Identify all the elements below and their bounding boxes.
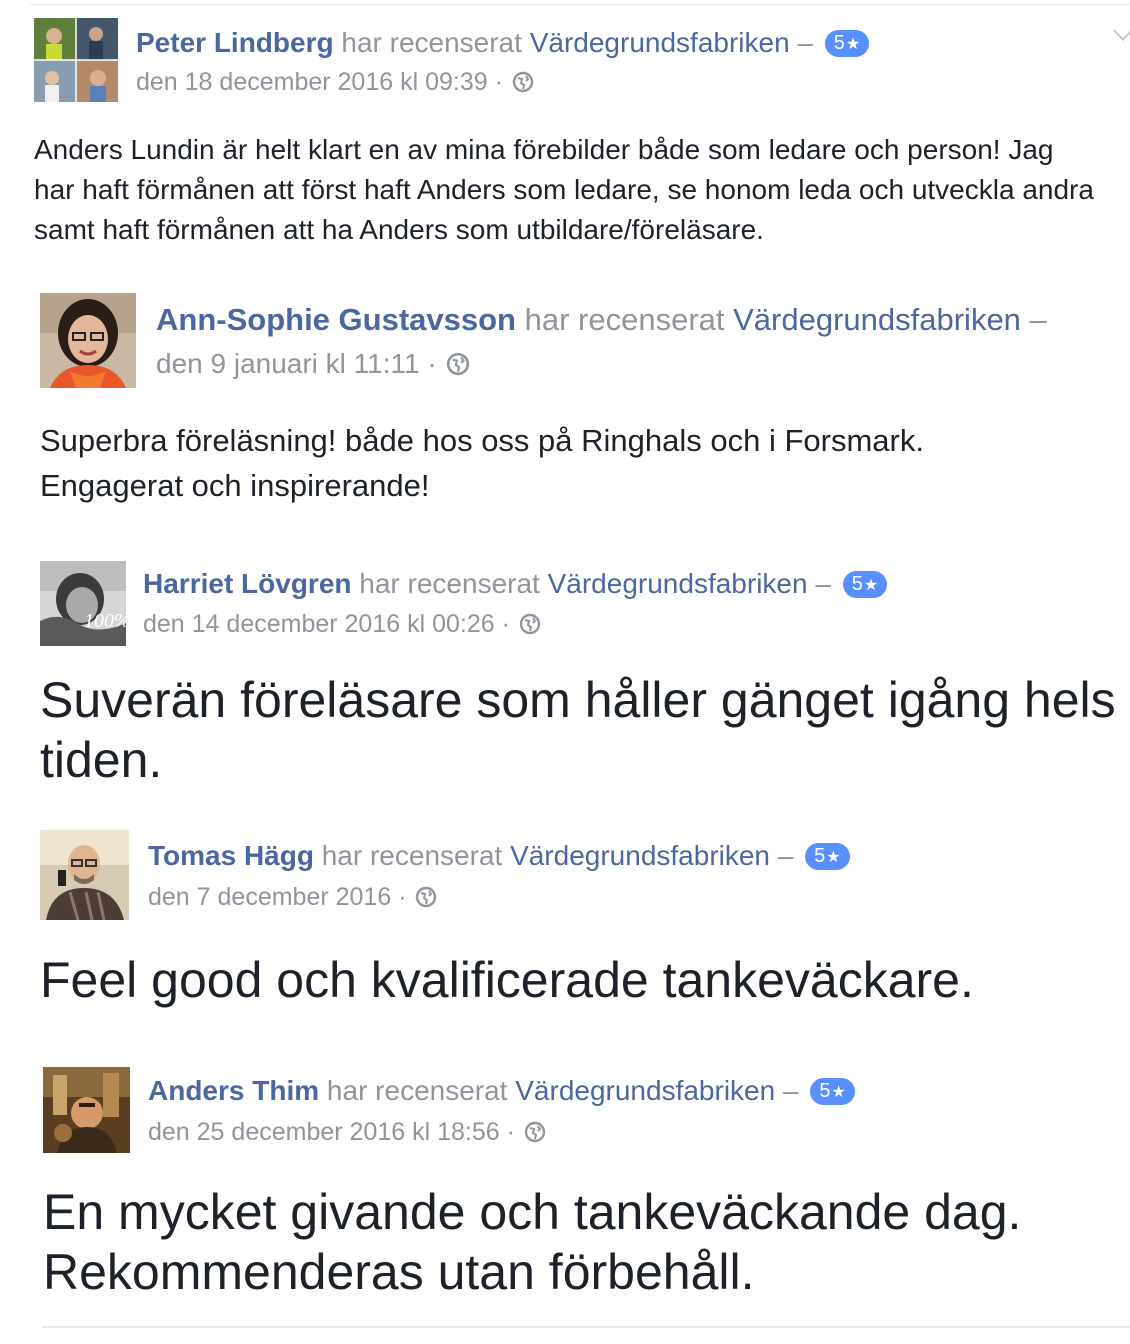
globe-icon[interactable]	[415, 884, 437, 916]
meta-separator: ·	[494, 68, 503, 96]
rating-value: 5	[814, 845, 826, 867]
rating-value: 5	[851, 573, 863, 595]
rating-value: 5	[819, 1080, 831, 1102]
globe-icon[interactable]	[512, 69, 534, 101]
rating-badge: 5★	[805, 843, 850, 870]
review-text: En mycket givande och tankeväckande dag.…	[43, 1184, 1022, 1300]
review-header: Tomas Hägg har recenserat Värdegrundsfab…	[148, 839, 850, 873]
avatar[interactable]	[43, 1067, 130, 1153]
review-header: Harriet Lövgren har recenserat Värdegrun…	[143, 567, 888, 601]
review-meta: den 9 januari kl 11:11 ·	[156, 346, 470, 385]
rating-value: 5	[833, 32, 845, 54]
review-text: Superbra föreläsning! både hos oss på Ri…	[40, 423, 924, 503]
review-meta: den 7 december 2016 ·	[148, 881, 437, 916]
dash-separator: –	[815, 568, 831, 599]
dash-separator: –	[797, 27, 814, 58]
star-icon: ★	[863, 577, 879, 594]
rating-badge: 5★	[810, 1078, 855, 1105]
review-date[interactable]: den 25 december 2016 kl 18:56	[148, 1118, 500, 1146]
author-link[interactable]: Harriet Lövgren	[143, 568, 352, 599]
avatar[interactable]	[34, 18, 118, 102]
review-date[interactable]: den 7 december 2016	[148, 883, 391, 911]
review-header: Anders Thim har recenserat Värdegrundsfa…	[148, 1074, 855, 1108]
star-icon: ★	[826, 849, 841, 866]
meta-separator: ·	[506, 1118, 515, 1146]
review-verb: har recenserat	[341, 27, 522, 58]
meta-separator: ·	[427, 348, 437, 379]
review-verb: har recenserat	[359, 568, 540, 599]
svg-text:100%: 100%	[84, 610, 126, 632]
author-link[interactable]: Anders Thim	[148, 1075, 319, 1106]
page-link[interactable]: Värdegrundsfabriken	[510, 840, 770, 871]
star-icon: ★	[831, 1084, 846, 1101]
globe-icon[interactable]	[446, 349, 470, 385]
review-date[interactable]: den 9 januari kl 11:11	[156, 348, 420, 379]
meta-separator: ·	[398, 883, 407, 911]
review-verb: har recenserat	[326, 1075, 508, 1106]
rating-badge: 5★	[842, 571, 888, 598]
review-date[interactable]: den 18 december 2016 kl 09:39	[136, 68, 488, 96]
star-icon: ★	[845, 36, 861, 53]
avatar[interactable]: 100%	[40, 561, 126, 646]
review-header: Peter Lindberg har recenserat Värdegrund…	[136, 26, 870, 60]
dash-separator: –	[782, 1075, 799, 1106]
globe-icon[interactable]	[524, 1119, 546, 1151]
review-meta: den 14 december 2016 kl 00:26 ·	[143, 608, 541, 643]
review-text: Suverän föreläsare som håller gänget igå…	[40, 672, 1116, 788]
chevron-down-icon[interactable]	[1113, 21, 1130, 41]
avatar[interactable]	[40, 830, 129, 920]
review-verb: har recenserat	[524, 302, 725, 337]
avatar[interactable]	[40, 293, 136, 388]
review-verb: har recenserat	[321, 840, 503, 871]
dash-separator: –	[777, 840, 794, 871]
review-text: Anders Lundin är helt klart en av mina f…	[34, 134, 1094, 245]
rating-badge: 5★	[824, 30, 870, 57]
dash-separator: –	[1029, 302, 1047, 337]
globe-icon[interactable]	[519, 611, 541, 643]
review-text: Feel good och kvalificerade tankeväckare…	[40, 952, 974, 1008]
review-header: Ann-Sophie Gustavsson har recenserat Vär…	[156, 301, 1047, 339]
meta-separator: ·	[501, 610, 510, 638]
review-meta: den 18 december 2016 kl 09:39 ·	[136, 66, 534, 101]
page-link[interactable]: Värdegrundsfabriken	[733, 302, 1021, 337]
author-link[interactable]: Tomas Hägg	[148, 840, 314, 871]
review-date[interactable]: den 14 december 2016 kl 00:26	[143, 610, 495, 638]
author-link[interactable]: Peter Lindberg	[136, 27, 334, 58]
page-link[interactable]: Värdegrundsfabriken	[548, 568, 808, 599]
page-link[interactable]: Värdegrundsfabriken	[515, 1075, 775, 1106]
top-divider	[30, 4, 1130, 5]
author-link[interactable]: Ann-Sophie Gustavsson	[156, 302, 516, 337]
bottom-divider	[42, 1326, 1130, 1328]
page-link[interactable]: Värdegrundsfabriken	[530, 27, 790, 58]
review-meta: den 25 december 2016 kl 18:56 ·	[148, 1116, 546, 1151]
